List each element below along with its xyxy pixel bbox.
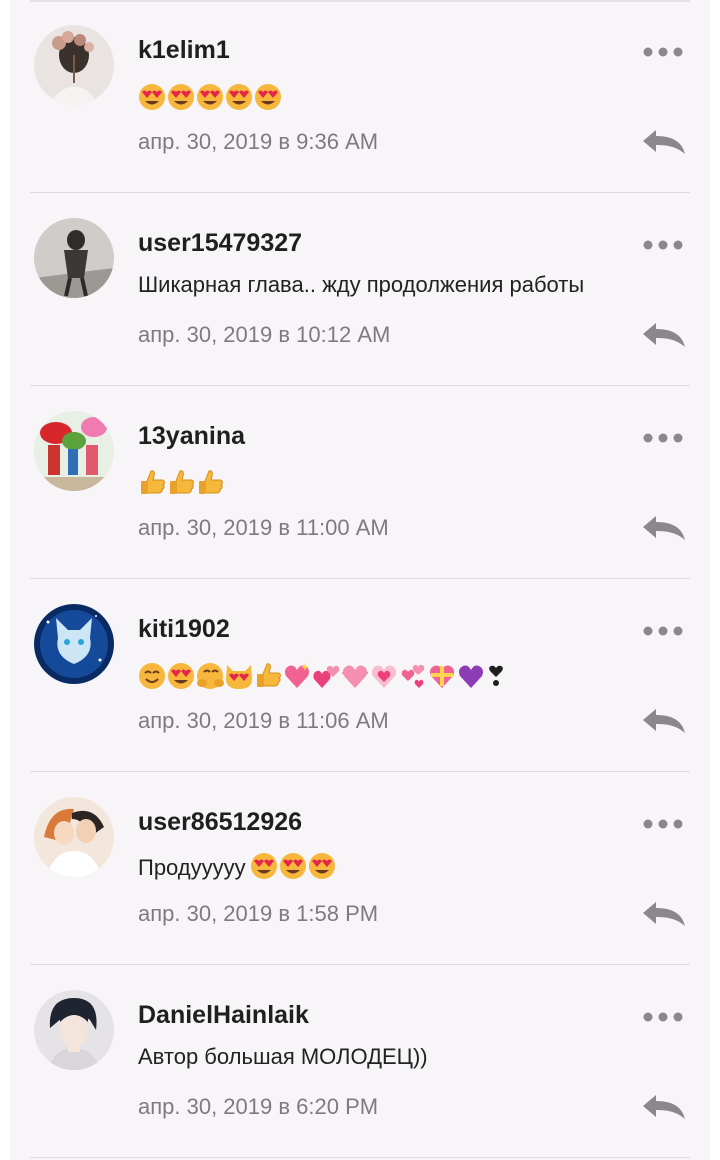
avatar[interactable] (34, 797, 114, 877)
reply-arrow-icon[interactable] (640, 512, 688, 542)
avatar[interactable] (34, 990, 114, 1070)
avatar[interactable] (34, 411, 114, 491)
comment-item: k1elim1 апр. 30, 2019 в 9:36 AM (10, 0, 710, 193)
comment-text: Продууууу (138, 851, 340, 881)
comment-emojis (138, 661, 508, 691)
more-horizontal-icon[interactable] (642, 1005, 684, 1029)
comment-timestamp: апр. 30, 2019 в 11:00 AM (138, 515, 389, 540)
comment-timestamp: апр. 30, 2019 в 1:58 PM (138, 901, 379, 926)
reply-arrow-icon[interactable] (640, 705, 688, 735)
reply-arrow-icon[interactable] (640, 1091, 688, 1121)
username[interactable]: user15479327 (138, 229, 302, 258)
comment-item: user15479327 Шикарная глава.. жду продол… (10, 193, 710, 386)
reply-arrow-icon[interactable] (640, 126, 688, 156)
comment-timestamp: апр. 30, 2019 в 11:06 AM (138, 708, 389, 733)
username[interactable]: DanielHainlaik (138, 1001, 309, 1030)
comment-item: user86512926 Продууууу апр. 30, 2019 в 1… (10, 772, 710, 965)
heart-eyes-emoji (250, 853, 335, 879)
comment-timestamp: апр. 30, 2019 в 6:20 PM (138, 1094, 379, 1119)
comment-item: DanielHainlaik Автор большая МОЛОДЕЦ)) а… (10, 965, 710, 1158)
comment-text: Шикарная глава.. жду продолжения работы (138, 272, 585, 297)
reply-arrow-icon[interactable] (640, 898, 688, 928)
more-horizontal-icon[interactable] (642, 619, 684, 643)
avatar[interactable] (34, 218, 114, 298)
more-horizontal-icon[interactable] (642, 812, 684, 836)
more-horizontal-icon[interactable] (642, 233, 684, 257)
comment-item: kiti1902 апр. 30, 2019 в 11:06 AM (10, 579, 710, 772)
comment-timestamp: апр. 30, 2019 в 9:36 AM (138, 129, 379, 154)
username[interactable]: user86512926 (138, 808, 302, 837)
username[interactable]: kiti1902 (138, 615, 230, 644)
comment-item: 13yanina апр. 30, 2019 в 11:00 AM (10, 386, 710, 579)
comment-emojis (138, 468, 228, 498)
more-horizontal-icon[interactable] (642, 40, 684, 64)
divider (30, 1157, 690, 1158)
more-horizontal-icon[interactable] (642, 426, 684, 450)
reply-arrow-icon[interactable] (640, 319, 688, 349)
comment-timestamp: апр. 30, 2019 в 10:12 AM (138, 322, 391, 347)
comment-emojis (138, 82, 288, 112)
username[interactable]: 13yanina (138, 422, 245, 451)
comments-list: k1elim1 апр. 30, 2019 в 9:36 AM user1547… (10, 0, 710, 1160)
avatar[interactable] (34, 25, 114, 105)
comment-text: Автор большая МОЛОДЕЦ)) (138, 1044, 428, 1069)
username[interactable]: k1elim1 (138, 36, 230, 65)
avatar[interactable] (34, 604, 114, 684)
comment-text-body: Продууууу (138, 855, 246, 880)
